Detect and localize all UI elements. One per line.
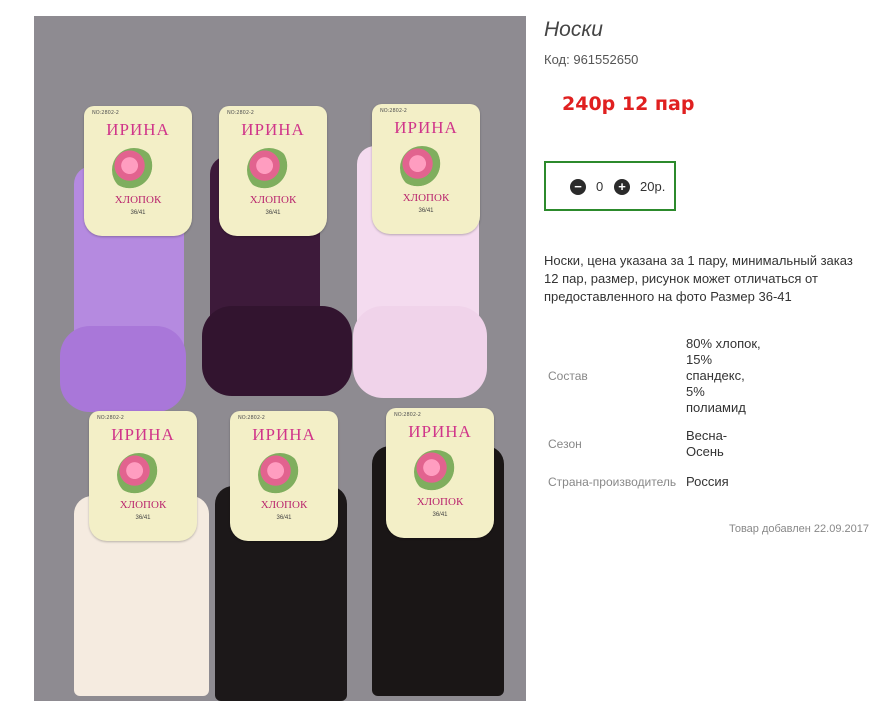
spec-value: Весна-Осень [686, 428, 728, 459]
rose-image [112, 148, 156, 192]
label-card-2: NO:2802-2 ИРИНА ХЛОПОК 36/41 [219, 106, 327, 236]
rose-image [117, 453, 161, 497]
spec-value: Россия [686, 474, 729, 489]
sku-label: Код: [544, 52, 570, 67]
spec-key: Состав [548, 369, 588, 383]
specs-table: Состав 80% хлопок, 15% спандекс, 5% поли… [544, 328, 762, 500]
label-card-3: NO:2802-2 ИРИНА ХЛОПОК 36/41 [372, 104, 480, 234]
product-description: Носки, цена указана за 1 пару, минимальн… [544, 253, 853, 304]
product-title: Носки [544, 18, 603, 41]
spec-row: Сезон Весна-Осень [544, 424, 762, 464]
product-price: 240р 12 пар [562, 93, 695, 115]
minus-icon: − [574, 179, 582, 194]
spec-row: Страна-производитель Россия [544, 464, 762, 500]
increase-quantity-button[interactable]: + [614, 179, 630, 195]
spec-key: Сезон [548, 437, 582, 451]
spec-row: Состав 80% хлопок, 15% спандекс, 5% поли… [544, 328, 762, 424]
added-date: Товар добавлен 22.09.2017 [728, 523, 869, 535]
rose-image [414, 450, 458, 494]
label-card-1: NO:2802-2 ИРИНА ХЛОПОК 36/41 [84, 106, 192, 236]
label-card-4: NO:2802-2 ИРИНА ХЛОПОК 36/41 [89, 411, 197, 541]
rose-image [400, 146, 444, 190]
decrease-quantity-button[interactable]: − [570, 179, 586, 195]
quantity-stepper: − 0 + 20р. [544, 161, 676, 211]
unit-price: 20р. [640, 179, 666, 194]
product-sku: Код: 961552650 [544, 52, 638, 67]
label-card-6: NO:2802-2 ИРИНА ХЛОПОК 36/41 [386, 408, 494, 538]
sku-value: 961552650 [573, 52, 639, 67]
plus-icon: + [618, 179, 626, 194]
spec-key: Страна-производитель [548, 475, 677, 489]
rose-image [258, 453, 302, 497]
rose-image [247, 148, 291, 192]
spec-value: 80% хлопок, 15% спандекс, 5% полиамид [686, 336, 761, 415]
quantity-value: 0 [596, 179, 604, 194]
label-card-5: NO:2802-2 ИРИНА ХЛОПОК 36/41 [230, 411, 338, 541]
product-photo[interactable]: NO:2802-2 ИРИНА ХЛОПОК 36/41 NO:2802-2 И… [34, 16, 526, 701]
